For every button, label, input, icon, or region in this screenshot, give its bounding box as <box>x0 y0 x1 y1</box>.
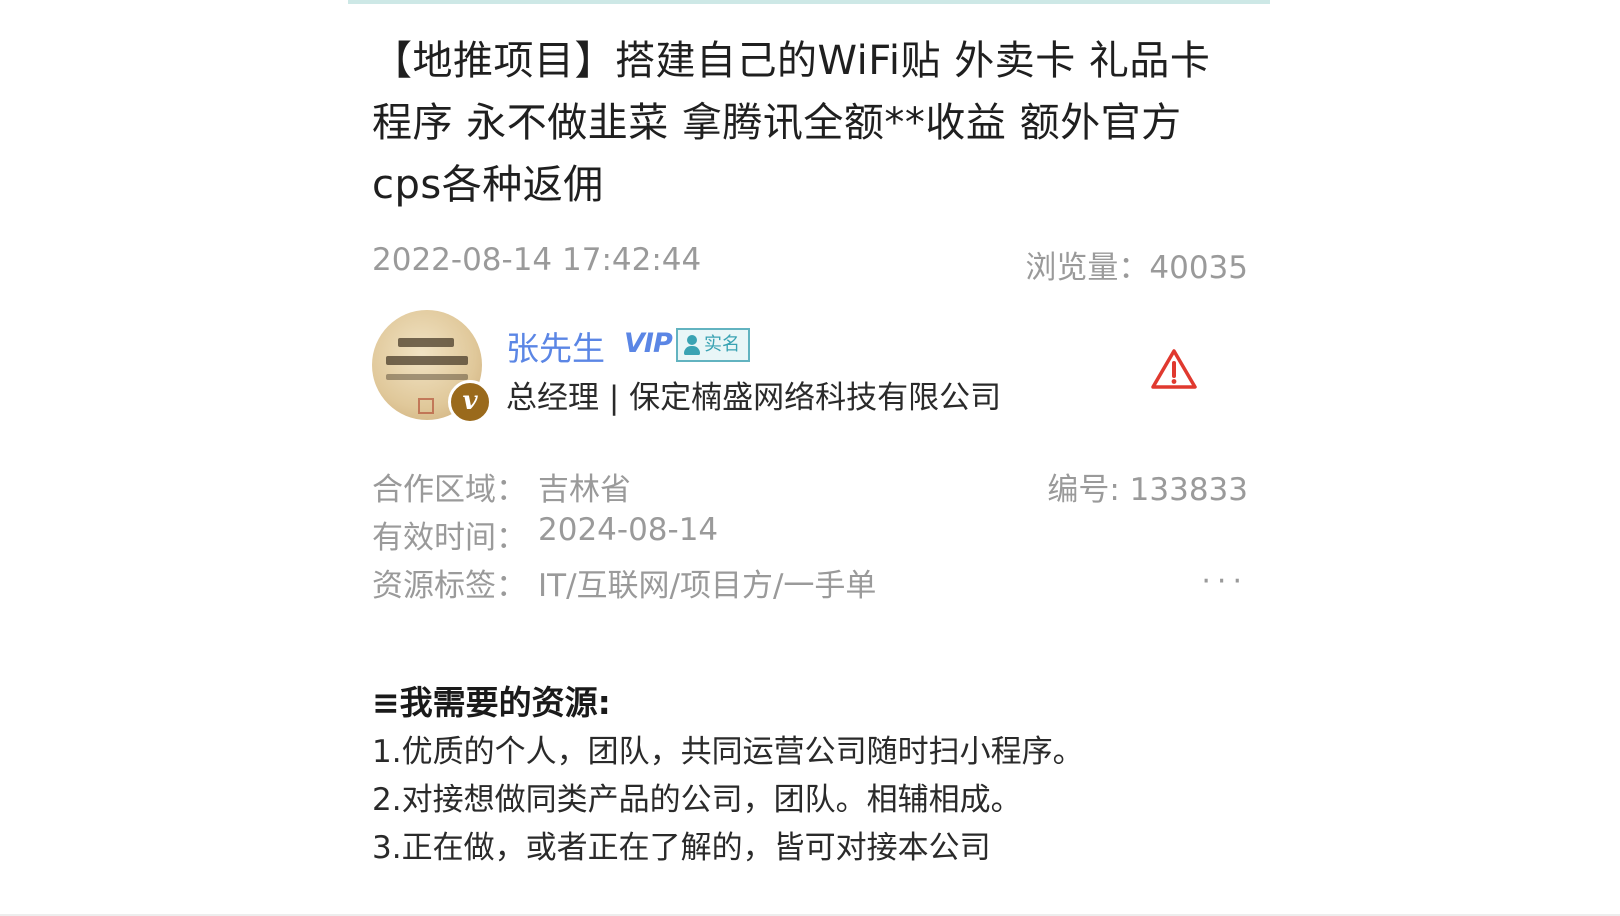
more-dots-icon[interactable]: ··· <box>1201 564 1248 599</box>
region-label: 合作区域： <box>372 472 527 508</box>
post-detail-page: 【地推项目】搭建自己的WiFi贴 外卖卡 礼品卡程序 永不做韭菜 拿腾讯全额**… <box>0 0 1620 916</box>
view-count: 浏览量：40035 <box>1025 250 1248 286</box>
needs-heading: ≡我需要的资源: <box>372 683 611 722</box>
person-icon <box>684 335 700 355</box>
tags-row: 资源标签： IT/互联网/项目方/一手单 ··· <box>372 560 1248 608</box>
avatar-art <box>386 374 468 380</box>
needs-item: 1.优质的个人，团队，共同运营公司随时扫小程序。 <box>372 734 1084 770</box>
region-row: 合作区域： 吉林省 编号: 133833 <box>372 464 1248 512</box>
post-date: 2022-08-14 17:42:44 <box>372 242 702 278</box>
valid-time-label: 有效时间： <box>372 520 527 556</box>
region-value: 吉林省 <box>538 472 631 508</box>
tags-value: IT/互联网/项目方/一手单 <box>538 568 877 604</box>
realname-badge: 实名 <box>676 328 750 362</box>
post-title: 【地推项目】搭建自己的WiFi贴 外卖卡 礼品卡程序 永不做韭菜 拿腾讯全额**… <box>372 38 1211 208</box>
post-id: 编号: 133833 <box>1047 472 1248 508</box>
needs-item: 2.对接想做同类产品的公司，团队。相辅相成。 <box>372 782 1022 818</box>
needs-item: 3.正在做，或者正在了解的，皆可对接本公司 <box>372 830 991 866</box>
verified-v-badge: v <box>448 380 492 424</box>
author-card[interactable]: v 张先生 VIP 实名 总经理 | 保定楠盛网络科技有限公司 <box>372 310 1248 424</box>
post-content: 【地推项目】搭建自己的WiFi贴 外卖卡 礼品卡程序 永不做韭菜 拿腾讯全额**… <box>372 30 1248 872</box>
avatar-art <box>386 356 468 365</box>
avatar-art <box>418 398 434 414</box>
warning-triangle-icon[interactable] <box>1150 348 1198 390</box>
valid-time-row: 有效时间： 2024-08-14 <box>372 512 1248 560</box>
needs-section: ≡我需要的资源: 1.优质的个人，团队，共同运营公司随时扫小程序。 2.对接想做… <box>372 678 1248 872</box>
valid-time-value: 2024-08-14 <box>538 512 719 548</box>
post-meta: 2022-08-14 17:42:44 浏览量：40035 <box>372 242 1248 286</box>
author-company: 总经理 | 保定楠盛网络科技有限公司 <box>506 380 1002 416</box>
realname-label: 实名 <box>704 334 740 355</box>
avatar-art <box>398 338 454 347</box>
author-name[interactable]: 张先生 <box>506 322 605 370</box>
tags-label: 资源标签： <box>372 568 527 604</box>
vip-badge: VIP <box>624 328 673 359</box>
top-divider <box>348 0 1270 4</box>
info-section: 合作区域： 吉林省 编号: 133833 有效时间： 2024-08-14 资源… <box>372 464 1248 608</box>
